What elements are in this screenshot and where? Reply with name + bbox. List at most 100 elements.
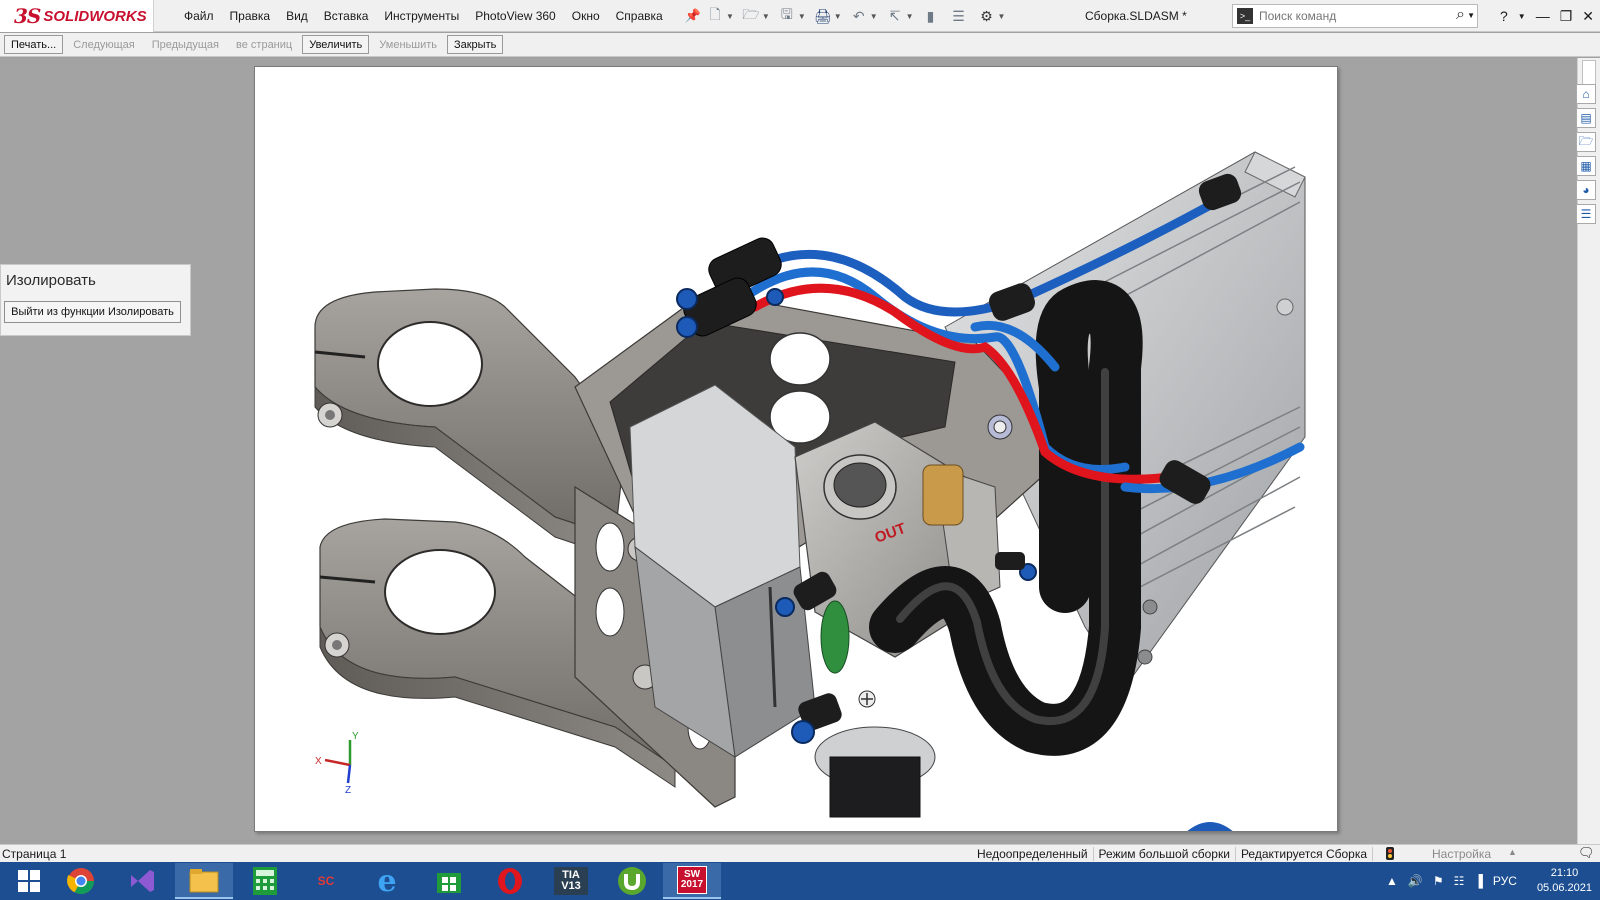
status-definition: Недоопределенный (972, 847, 1094, 861)
triad-x-axis (324, 758, 351, 767)
appearances-icon[interactable]: ◕ (1576, 180, 1596, 200)
search-icon[interactable]: ⌕ (1456, 6, 1465, 24)
taskbar-chrome[interactable] (52, 863, 110, 899)
window-controls: ? ▼ — ❐ ✕ (1500, 0, 1594, 32)
triad-z-label: Z (345, 785, 351, 796)
search-commands-input[interactable] (1259, 9, 1429, 23)
print-preview-area: OUT Y X Z Изолировать Выйти из функции И… (0, 58, 1577, 844)
taskbar-tia-portal[interactable]: TIA V13 (542, 863, 600, 899)
clock[interactable]: 21:10 05.06.2021 (1537, 866, 1592, 896)
taskbar-visual-studio[interactable] (113, 863, 171, 899)
search-caret-icon[interactable]: ▼ (1467, 11, 1475, 20)
command-search[interactable]: >_ ⌕ ▼ (1232, 4, 1478, 28)
flag-icon[interactable]: ⚑ (1433, 874, 1444, 888)
taskbar-sc-tool[interactable]: SC (297, 863, 355, 899)
options-gear-icon[interactable]: ⚙ (976, 5, 998, 27)
preview-page: OUT Y X Z (254, 66, 1338, 832)
options-caret-icon[interactable]: ▼ (998, 12, 1006, 21)
undo-icon[interactable]: ↶ (848, 5, 870, 27)
minimize-icon[interactable]: — (1536, 8, 1550, 24)
file-properties-icon[interactable]: ☰ (948, 5, 970, 27)
chrome-icon (67, 868, 95, 895)
taskbar-file-explorer[interactable] (175, 863, 233, 899)
menu-help[interactable]: Справка (608, 9, 671, 23)
menu-photoview[interactable]: PhotoView 360 (467, 9, 564, 23)
calculator-icon (253, 867, 277, 895)
tray-expand-icon[interactable]: ▲ (1386, 874, 1398, 888)
command-prompt-icon: >_ (1237, 8, 1253, 24)
status-page: Страница 1 (2, 847, 67, 861)
store-icon (437, 873, 461, 893)
print-preview-toolbar: Печать... Следующая Предыдущая ве страни… (0, 33, 1600, 57)
help-caret-icon[interactable]: ▼ (1518, 12, 1526, 21)
start-button[interactable] (0, 863, 58, 899)
system-tray: ▲ 🔊 ⚑ ☷ ▐ РУС 21:10 05.06.2021 (1386, 862, 1592, 900)
solidworks-2017-icon: SW 2017 (677, 866, 707, 894)
menu-file[interactable]: Файл (176, 9, 222, 23)
taskbar-utorrent[interactable] (603, 863, 661, 899)
task-pane-tabs: ⌂ ▤ 🗁 ▦ ◕ ☰ (1576, 84, 1598, 224)
network-icon[interactable]: ☷ (1454, 874, 1465, 888)
undo-caret-icon[interactable]: ▼ (870, 12, 878, 21)
taskbar-solidworks[interactable]: SW 2017 (663, 863, 721, 899)
exit-isolate-button[interactable]: Выйти из функции Изолировать (4, 301, 181, 323)
print-button[interactable]: Печать... (4, 35, 64, 54)
file-explorer-icon[interactable]: 🗁 (1576, 132, 1596, 152)
open-folder-icon[interactable]: 🗁 (740, 5, 762, 27)
taskbar-internet-explorer[interactable]: e (358, 863, 416, 899)
ds-logo-mark: 3S (14, 4, 41, 28)
select-cursor-icon[interactable]: ↸ (884, 5, 906, 27)
pin-icon[interactable]: 📌 (685, 8, 701, 24)
status-customize[interactable]: Настройка (1432, 847, 1491, 861)
taskbar-store[interactable] (420, 863, 478, 899)
select-caret-icon[interactable]: ▼ (906, 12, 914, 21)
taskbar-opera[interactable] (481, 863, 539, 899)
rebuild-icon[interactable]: ▮ (920, 5, 942, 27)
triad-y-label: Y (352, 731, 359, 742)
quick-access-toolbar: 🗋 ▼ 🗁 ▼ 🖫 ▼ 🖨 ▼ ↶ ▼ ↸ ▼ ▮ ☰ ⚙ ▼ (704, 0, 1005, 32)
signal-icon[interactable]: ▐ (1474, 874, 1483, 888)
zoom-in-button[interactable]: Увеличить (302, 35, 370, 54)
customize-caret-icon[interactable]: ▲ (1508, 847, 1517, 857)
open-caret-icon[interactable]: ▼ (762, 12, 770, 21)
clock-date: 05.06.2021 (1536, 882, 1592, 894)
new-document-icon[interactable]: 🗋 (704, 5, 726, 27)
menu-tools[interactable]: Инструменты (376, 9, 467, 23)
language-indicator[interactable]: РУС (1493, 874, 1517, 888)
rebuild-status-light-icon[interactable] (1386, 847, 1394, 860)
title-bar: 3S SOLIDWORKS Файл Правка Вид Вставка Ин… (0, 0, 1600, 32)
save-icon[interactable]: 🖫 (776, 5, 798, 27)
taskbar-calculator[interactable] (236, 863, 294, 899)
custom-properties-icon[interactable]: ☰ (1576, 204, 1596, 224)
previous-page-button: Предыдущая (144, 35, 227, 54)
solidworks-resources-icon[interactable]: ⌂ (1576, 84, 1596, 104)
isolate-panel: Изолировать Выйти из функции Изолировать (0, 264, 191, 336)
menu-view[interactable]: Вид (278, 9, 316, 23)
status-bar: Страница 1 Недоопределенный Режим большо… (0, 844, 1600, 862)
coordinate-triad[interactable]: Y X Z (315, 731, 359, 796)
brand-name: SOLIDWORKS (43, 7, 147, 25)
triad-z-axis (346, 764, 352, 784)
assembly-model-view[interactable]: OUT Y X Z (255, 67, 1338, 832)
solidworks-logo[interactable]: 3S SOLIDWORKS (0, 0, 154, 32)
close-preview-button[interactable]: Закрыть (446, 35, 504, 54)
print-caret-icon[interactable]: ▼ (834, 12, 842, 21)
design-library-icon[interactable]: ▤ (1576, 108, 1596, 128)
utorrent-icon (618, 867, 646, 895)
restore-icon[interactable]: ❐ (1560, 8, 1573, 25)
tia-portal-icon: TIA V13 (554, 867, 588, 895)
close-icon[interactable]: ✕ (1582, 8, 1594, 25)
menu-insert[interactable]: Вставка (316, 9, 377, 23)
print-icon[interactable]: 🖨 (812, 5, 834, 27)
view-palette-icon[interactable]: ▦ (1576, 156, 1596, 176)
status-fields: Недоопределенный Режим большой сборки Ре… (972, 847, 1374, 861)
new-caret-icon[interactable]: ▼ (726, 12, 734, 21)
folder-icon (189, 869, 219, 893)
menu-window[interactable]: Окно (564, 9, 608, 23)
scrollbar-thumb[interactable] (1582, 60, 1596, 86)
menu-edit[interactable]: Правка (222, 9, 279, 23)
help-button[interactable]: ? (1500, 8, 1508, 24)
volume-icon[interactable]: 🔊 (1408, 874, 1423, 888)
tooltip-bubble-icon[interactable]: 🗨 (1578, 845, 1595, 861)
save-caret-icon[interactable]: ▼ (798, 12, 806, 21)
